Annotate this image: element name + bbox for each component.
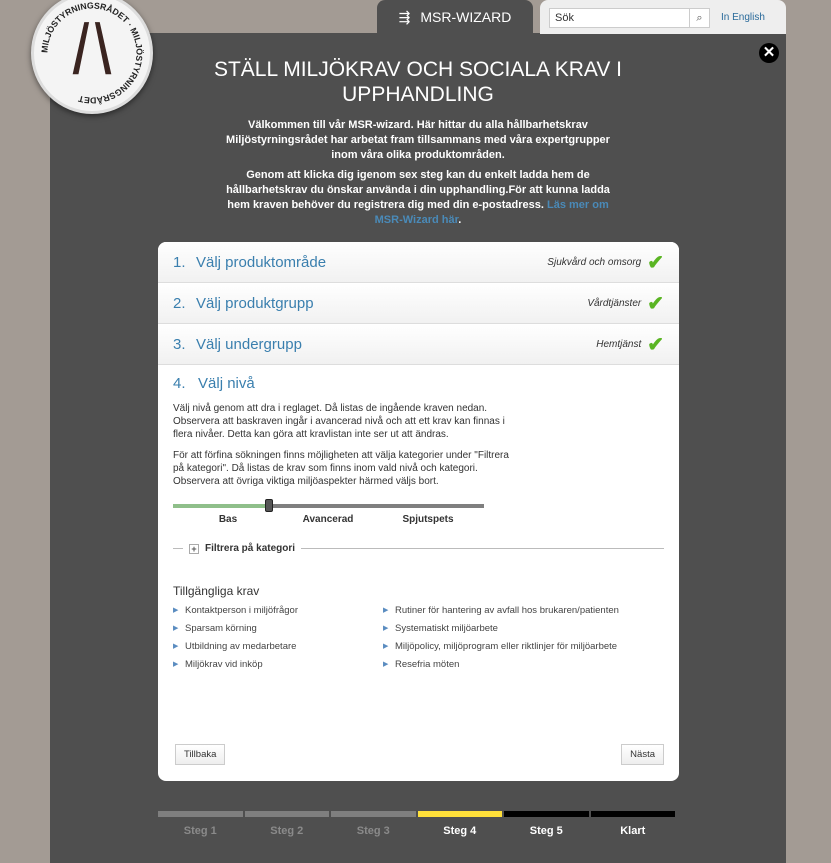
- step-4-filter-note: För att förfina sökningen finns möjlighe…: [173, 450, 509, 487]
- next-button[interactable]: Nästa: [621, 744, 664, 765]
- requirement-item[interactable]: Rutiner för hantering av avfall hos bruk…: [383, 604, 663, 617]
- progress-step: Steg 2: [244, 811, 329, 837]
- search-icon[interactable]: ⌕: [689, 9, 709, 27]
- intro-text-2: Genom att klicka dig igenom sex steg kan…: [226, 169, 610, 226]
- requirement-item[interactable]: Kontaktperson i miljöfrågor: [173, 604, 383, 617]
- step-4-instructions: Välj nivå genom att dra i reglaget. Då l…: [173, 403, 505, 440]
- requirement-item[interactable]: Resefria möten: [383, 658, 663, 671]
- requirement-item[interactable]: Sparsam körning: [173, 622, 383, 635]
- tab-msr-wizard[interactable]: ⇶ MSR-WIZARD: [377, 0, 533, 34]
- page-title: STÄLL MILJÖKRAV OCH SOCIALA KRAV I UPPHA…: [213, 58, 623, 106]
- available-title: Tillgängliga krav: [173, 584, 260, 598]
- check-icon: ✔: [647, 251, 664, 274]
- requirement-item[interactable]: Systematiskt miljöarbete: [383, 622, 663, 635]
- requirement-item[interactable]: Miljökrav vid inköp: [173, 658, 383, 671]
- progress-step: Steg 1: [158, 811, 243, 837]
- progress-step: Klart: [590, 811, 675, 837]
- level-label[interactable]: Bas: [178, 514, 278, 525]
- step-row[interactable]: 2. Välj produktgrupp Vårdtjänster ✔: [158, 283, 679, 324]
- plus-icon[interactable]: +: [189, 543, 199, 554]
- intro-text: Välkommen till vår MSR-wizard. Här hitta…: [226, 119, 610, 161]
- slider-handle[interactable]: [265, 499, 274, 512]
- english-link[interactable]: In English: [721, 12, 765, 23]
- check-icon: ✔: [647, 292, 664, 315]
- svg-text:MILJÖSTYRNINGSRÅDET · MILJÖSTY: MILJÖSTYRNINGSRÅDET · MILJÖSTYRNINGSRÅDE…: [39, 0, 144, 105]
- wizard-card: 1. Välj produktområde Sjukvård och omsorg ✔…: [158, 242, 679, 781]
- step-row[interactable]: 1. Välj produktområde Sjukvård och omsorg ✔: [158, 242, 679, 283]
- progress-step: Steg 3: [331, 811, 416, 837]
- filter-category[interactable]: + Filtrera på kategori: [173, 543, 664, 554]
- check-icon: ✔: [647, 333, 664, 356]
- step-4: 4. Välj nivå Välj nivå genom att dra i r…: [158, 365, 679, 681]
- search-tab: Sök ⌕ In English: [540, 0, 786, 34]
- progress-steps: Steg 1 Steg 2 Steg 3 Steg 4 Steg 5 Klart: [158, 811, 675, 837]
- wizard-icon: ⇶: [398, 8, 411, 25]
- back-button[interactable]: Tillbaka: [175, 744, 226, 765]
- level-label[interactable]: Spjutspets: [378, 514, 478, 525]
- step-4-title: 4. Välj nivå: [173, 375, 255, 392]
- level-label[interactable]: Avancerad: [278, 514, 378, 525]
- search-input[interactable]: Sök ⌕: [549, 8, 710, 28]
- progress-step: Steg 4: [417, 811, 502, 837]
- requirement-item[interactable]: Miljöpolicy, miljöprogram eller riktlinj…: [383, 640, 663, 653]
- requirement-item[interactable]: Utbildning av medarbetare: [173, 640, 383, 653]
- level-slider[interactable]: [173, 499, 484, 512]
- progress-step: Steg 5: [504, 811, 589, 837]
- step-row[interactable]: 3. Välj undergrupp Hemtjänst ✔: [158, 324, 679, 365]
- close-icon[interactable]: ✕: [759, 43, 779, 63]
- msr-logo[interactable]: MILJÖSTYRNINGSRÅDET · MILJÖSTYRNINGSRÅDE…: [31, 0, 153, 114]
